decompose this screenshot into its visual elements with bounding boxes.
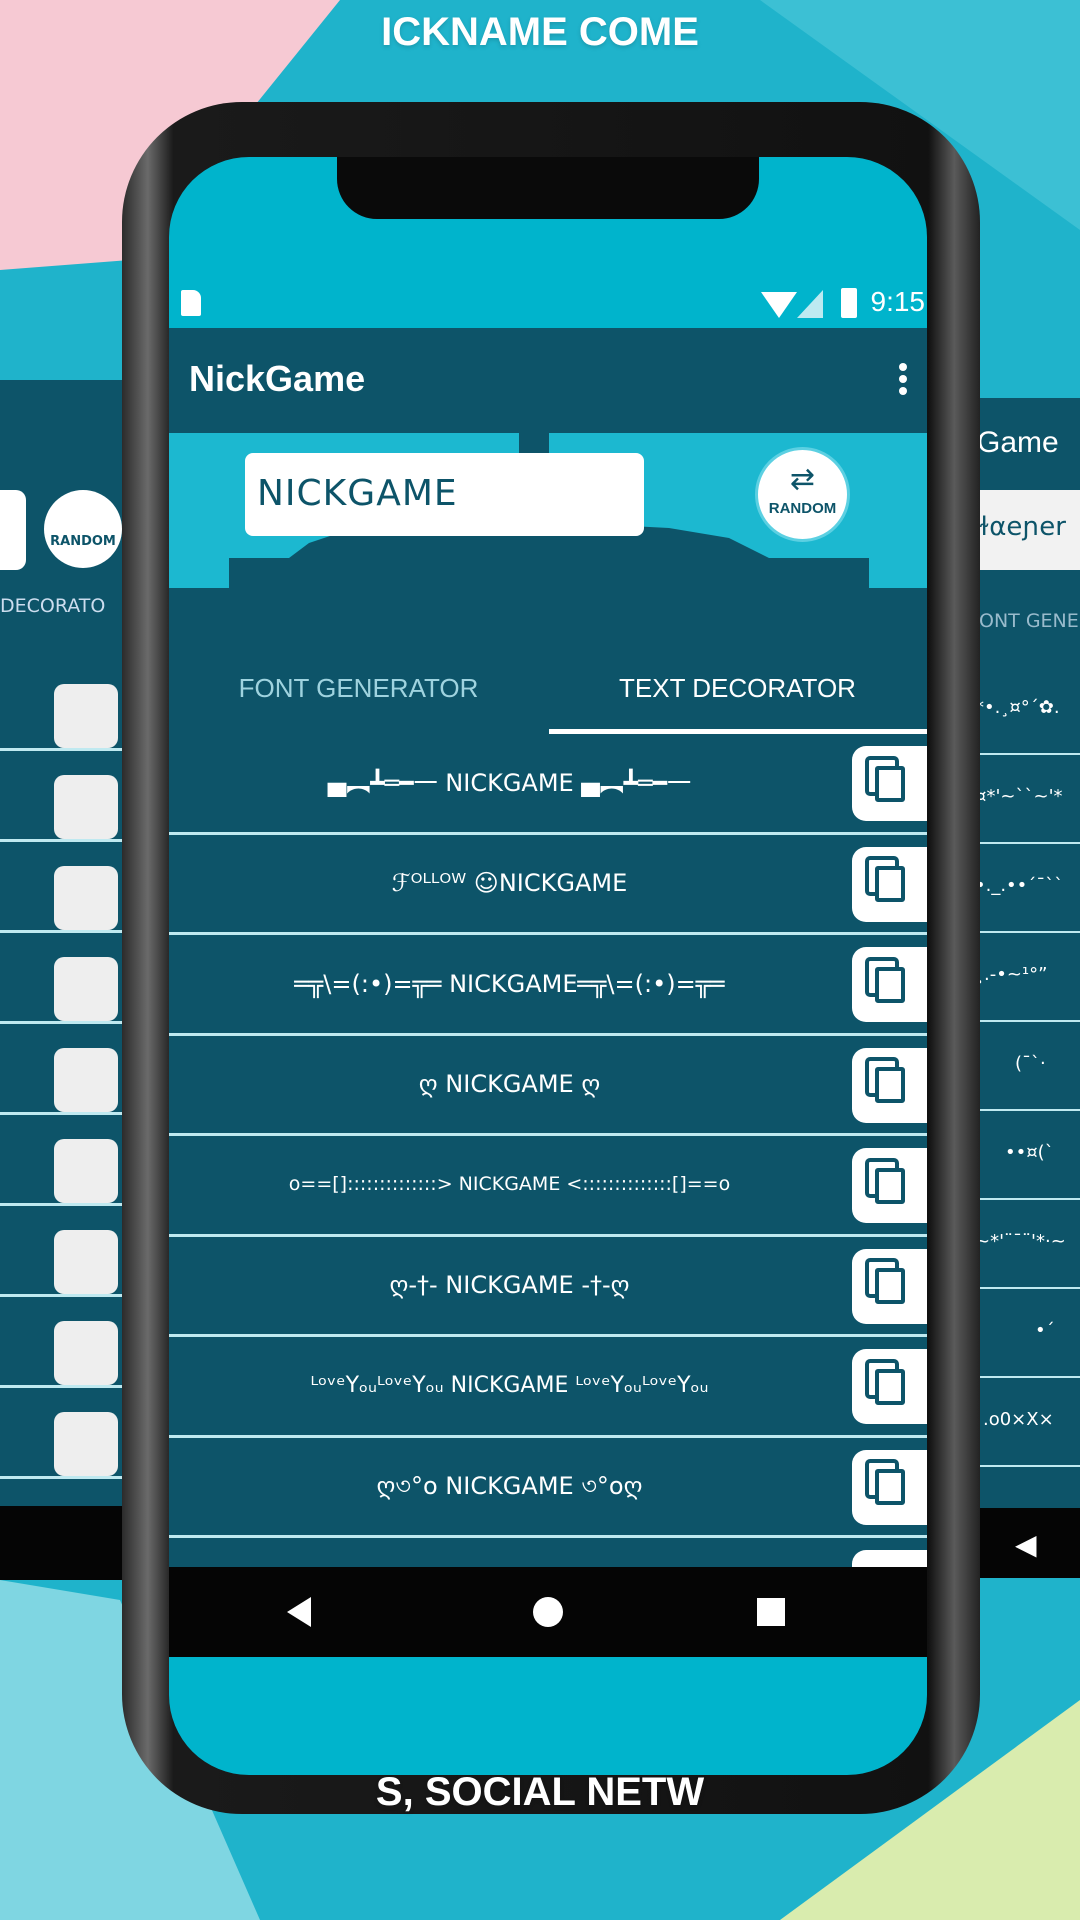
copy-icon: [874, 1167, 905, 1204]
copy-button[interactable]: [852, 846, 927, 922]
shuffle-icon: ⇄: [789, 462, 816, 497]
promo-headline-bottom: S, SOCIAL NETW: [375, 1770, 705, 1814]
list-item-partial[interactable]: [169, 1538, 927, 1567]
list-item[interactable]: ▄︻┻═━一 NICKGAME ▄︻┻═━一: [169, 734, 927, 835]
list-item[interactable]: ℱᴼᴸᴸᴼᵂ ☺NICKGAME: [169, 835, 927, 935]
tab-font-generator[interactable]: FONT GENERATOR: [169, 673, 548, 704]
copy-icon: [874, 1067, 905, 1103]
decorated-text: ღ-†- NICKGAME -†-ღ: [389, 1271, 630, 1300]
right-tab: ONT GENE: [979, 610, 1079, 632]
copy-button[interactable]: [852, 947, 927, 1022]
copy-icon: [874, 1368, 905, 1405]
decorated-text: o==[]::::::::::::::> NICKGAME <:::::::::…: [288, 1173, 731, 1196]
right-row: •´: [975, 1289, 1080, 1378]
notch: [337, 157, 759, 219]
status-bar: 9:15: [169, 282, 927, 328]
left-copy-buttons: [54, 684, 118, 748]
list-item[interactable]: ═╦\=(:•)=╦═ NICKGAME═╦\=(:•)=╦═: [169, 935, 927, 1036]
copy-button[interactable]: [852, 1047, 927, 1123]
copy-icon: [874, 1469, 905, 1505]
decorated-text: ᴸᵒᵛᵉYₒᵤᴸᵒᵛᵉYₒᵤ NICKGAME ᴸᵒᵛᵉYₒᵤᴸᵒᵛᵉYₒᵤ: [310, 1372, 709, 1398]
copy-button[interactable]: [852, 1349, 927, 1424]
list-item[interactable]: ღ৩°o NICKGAME ৩°oღ: [169, 1438, 927, 1538]
sd-card-icon: [181, 290, 201, 316]
list-item[interactable]: ღ NICKGAME ღ: [169, 1036, 927, 1136]
copy-icon: [874, 966, 905, 1003]
right-row: (¯`·: [975, 1022, 1080, 1111]
right-row: *•.¸¤°´✿.: [975, 666, 1080, 755]
copy-button[interactable]: [852, 1248, 927, 1324]
decorated-text: ღ NICKGAME ღ: [418, 1070, 601, 1099]
right-title: Game: [977, 426, 1059, 459]
list-item[interactable]: o==[]::::::::::::::> NICKGAME <:::::::::…: [169, 1136, 927, 1237]
more-vert-icon[interactable]: [899, 363, 907, 371]
right-back-icon: ◀: [975, 1508, 1080, 1578]
left-random-label: RANDOM: [44, 490, 122, 568]
decorated-nick-list: ▄︻┻═━一 NICKGAME ▄︻┻═━一 ℱᴼᴸᴸᴼᵂ ☺NICKGAME …: [169, 734, 927, 1567]
clock: 9:15: [870, 286, 926, 317]
copy-icon: [874, 1268, 905, 1304]
right-input: ɫαeɲer: [975, 490, 1080, 570]
left-background-app: RANDOM DECORATO: [0, 380, 130, 1580]
random-button[interactable]: ⇄ RANDOM: [755, 447, 850, 542]
decorated-text: ℱᴼᴸᴸᴼᵂ ☺NICKGAME: [391, 869, 628, 898]
random-label: RANDOM: [768, 500, 837, 517]
header-banner: NICKGAME ⇄ RANDOM: [169, 433, 927, 588]
right-row: ••¤(`: [975, 1111, 1080, 1200]
list-item[interactable]: ᴸᵒᵛᵉYₒᵤᴸᵒᵛᵉYₒᵤ NICKGAME ᴸᵒᵛᵉYₒᵤᴸᵒᵛᵉYₒᵤ: [169, 1337, 927, 1438]
phone-screen: 9:15 NickGame NICKGAME ⇄ RANDOM FONT GEN…: [169, 157, 927, 1775]
decorated-text: ═╦\=(:•)=╦═ NICKGAME═╦\=(:•)=╦═: [294, 969, 725, 998]
tab-bar: FONT GENERATOR TEXT DECORATOR: [169, 588, 927, 734]
wifi-icon: [761, 292, 797, 318]
right-row: ¤*'~``~'*: [975, 755, 1080, 844]
battery-icon: [841, 288, 857, 318]
copy-icon: [874, 866, 905, 902]
right-row: ¸.-•~¹°”: [975, 933, 1080, 1022]
decorated-text: ▄︻┻═━一 NICKGAME ▄︻┻═━一: [327, 768, 692, 797]
recents-icon[interactable]: [757, 1598, 785, 1626]
right-row: .o0×X×: [975, 1378, 1080, 1467]
app-bar: NickGame: [169, 328, 927, 433]
left-tab: DECORATO: [0, 595, 106, 617]
tab-text-decorator[interactable]: TEXT DECORATOR: [548, 673, 927, 704]
copy-button[interactable]: [852, 1550, 927, 1567]
copy-button[interactable]: [852, 746, 927, 821]
right-row: •._.••´¯``: [975, 844, 1080, 933]
app-title: NickGame: [189, 358, 366, 399]
promo-headline-top: ICKNAME COME: [381, 10, 699, 54]
back-icon[interactable]: [287, 1597, 311, 1627]
list-item[interactable]: ღ-†- NICKGAME -†-ღ: [169, 1237, 927, 1337]
right-row: ~*'¨¯¨'*·~: [975, 1200, 1080, 1289]
decorated-text: ღ৩°o NICKGAME ৩°oღ: [376, 1472, 643, 1501]
copy-icon: [874, 765, 905, 802]
copy-button[interactable]: [852, 1449, 927, 1525]
signal-icon: [797, 290, 823, 318]
home-icon[interactable]: [533, 1597, 563, 1627]
right-background-app: Game ɫαeɲer ONT GENE *•.¸¤°´✿. ¤*'~``~'*…: [975, 398, 1080, 1578]
copy-button[interactable]: [852, 1148, 927, 1223]
nickname-input[interactable]: NICKGAME: [245, 453, 644, 536]
navigation-bar: [169, 1567, 927, 1657]
